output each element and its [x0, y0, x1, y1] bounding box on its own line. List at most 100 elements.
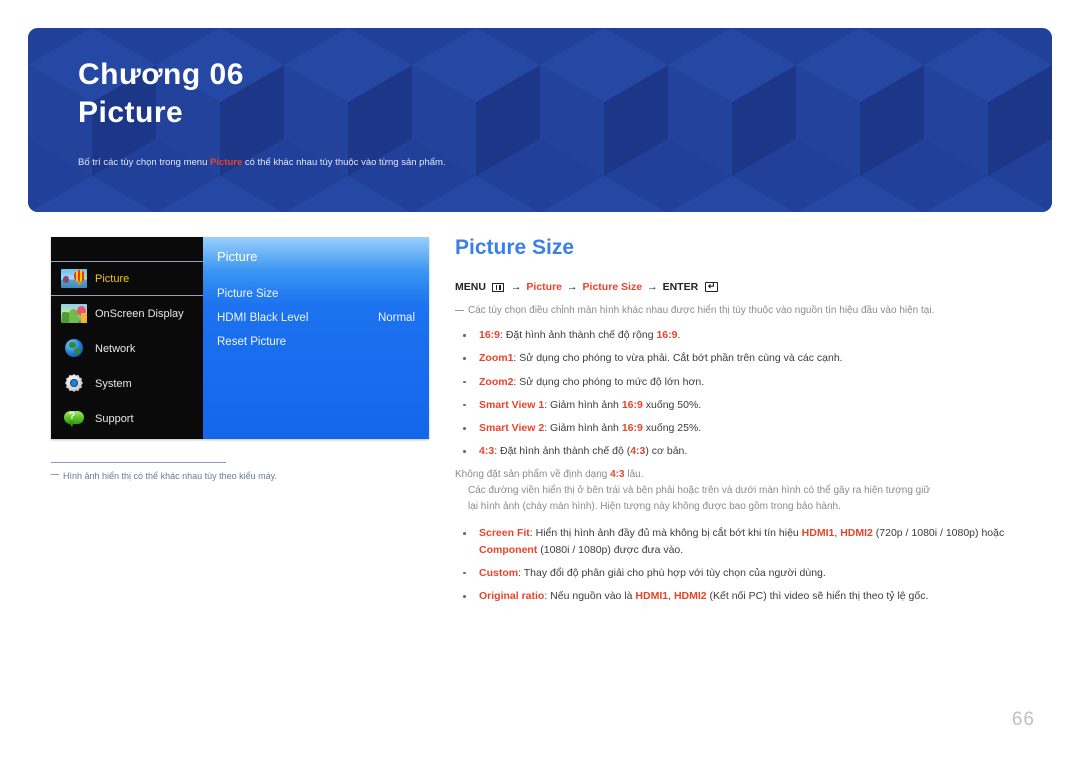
option-term: Smart View 1 — [479, 398, 545, 411]
option-desc-text: (Kết nối PC) thì video sẽ hiển thị theo … — [706, 590, 929, 603]
picture-size-option-list-2: Screen Fit: Hiển thị hình ảnh đầy đủ mà … — [455, 525, 1035, 604]
osd-item-label: Support — [95, 412, 134, 425]
option-term: Original ratio — [479, 590, 545, 603]
menu-path-arrow: → — [510, 281, 522, 294]
option-desc-accent: 16:9 — [621, 398, 643, 411]
menu-path-enter-label: ENTER — [662, 281, 699, 294]
option-desc-accent: 4:3 — [630, 445, 646, 458]
osd-sidebar: Picture OnScreen Display Network System … — [51, 237, 203, 439]
osd-row-reset-picture[interactable]: Reset Picture — [217, 330, 415, 354]
osd-item-picture[interactable]: Picture — [51, 261, 203, 296]
osd-row-label: Reset Picture — [217, 336, 287, 348]
list-item: Zoom2: Sử dụng cho phóng to mức độ lớn h… — [455, 374, 1035, 390]
osd-footnote: Hình ảnh hiển thị có thể khác nhau tùy t… — [51, 462, 391, 484]
list-item: Screen Fit: Hiển thị hình ảnh đầy đủ mà … — [455, 525, 1035, 558]
option-desc-text: : Sử dụng cho phóng to vừa phải. Cắt bớt… — [513, 352, 843, 365]
intro-note: Các tùy chọn điều chỉnh màn hình khác nh… — [455, 303, 1035, 319]
warning-text-accent: 4:3 — [610, 468, 625, 480]
landscape-photo-icon — [61, 304, 87, 323]
osd-item-label: Picture — [95, 272, 130, 285]
picture-size-option-list: 16:9: Đặt hình ảnh thành chế độ rộng 16:… — [455, 327, 1035, 460]
menu-path-step-picture: Picture — [526, 281, 563, 294]
option-desc: : Sử dụng cho phóng to mức độ lớn hơn. — [513, 376, 704, 388]
option-desc: : Giảm hình ảnh 16:9 xuống 50%. — [544, 399, 701, 411]
osd-item-support[interactable]: ? Support — [51, 401, 203, 436]
dash-marker-icon — [455, 310, 464, 312]
globe-icon — [61, 339, 87, 358]
banner-subnote-after: có thể khác nhau tùy thuộc vào từng sản … — [242, 157, 446, 168]
warning-line-3: lại hình ảnh (cháy màn hình). Hiện tượng… — [468, 501, 841, 513]
banner-text-block: Chương 06 Picture — [28, 28, 1052, 212]
option-desc-text: xuống 25%. — [642, 422, 702, 435]
osd-row-hdmi-black-level[interactable]: HDMI Black Level Normal — [217, 306, 415, 330]
list-item: 16:9: Đặt hình ảnh thành chế độ rộng 16:… — [455, 327, 1035, 343]
warning-text-before: Không đặt sản phẩm về định dạng — [455, 468, 611, 480]
osd-row-label: Picture Size — [217, 288, 279, 300]
option-desc: : Giảm hình ảnh 16:9 xuống 25%. — [544, 422, 701, 434]
menu-path-arrow: → — [647, 281, 658, 294]
option-desc-text: : Giảm hình ảnh — [544, 422, 622, 435]
osd-row-label: HDMI Black Level — [217, 312, 309, 324]
option-desc: : Hiển thị hình ảnh đầy đủ mà không bị c… — [479, 527, 1004, 555]
banner-subnote-before: Bố trí các tùy chọn trong menu — [78, 157, 211, 168]
menu-path-step-picture-size: Picture Size — [582, 281, 643, 294]
option-desc-accent: HDMI1 — [635, 590, 669, 603]
option-desc-text: : Hiển thị hình ảnh đầy đủ mà không bị c… — [529, 527, 802, 540]
option-desc-text: : Nếu nguồn vào là — [544, 590, 636, 603]
list-item: Smart View 2: Giảm hình ảnh 16:9 xuống 2… — [455, 420, 1035, 436]
warning-text-after: lâu. — [624, 468, 644, 480]
page-title: Picture Size — [455, 236, 575, 259]
option-term: Screen Fit — [479, 527, 530, 540]
menu-bars-icon — [491, 282, 504, 292]
osd-item-label: Network — [95, 342, 136, 355]
osd-item-label: System — [95, 377, 132, 390]
option-term: 4:3 — [479, 445, 495, 458]
question-bubble-icon: ? — [61, 409, 87, 428]
option-desc: : Đặt hình ảnh thành chế độ (4:3) cơ bản… — [494, 445, 687, 457]
option-desc: : Sử dụng cho phóng to vừa phải. Cắt bớt… — [513, 352, 842, 364]
option-desc: : Thay đổi độ phân giải cho phù hợp với … — [518, 567, 826, 579]
list-item: 4:3: Đặt hình ảnh thành chế độ (4:3) cơ … — [455, 443, 1035, 459]
chapter-banner: Chương 06 Picture Bố trí các tùy chọn tr… — [28, 28, 1052, 212]
footnote-divider — [51, 462, 226, 463]
warning-line-1-text: Không đặt sản phẩm về định dạng 4:3 lâu. — [455, 467, 643, 483]
option-desc-text: xuống 50%. — [642, 398, 702, 411]
menu-path-arrow: → — [567, 281, 578, 294]
banner-subnote: Bố trí các tùy chọn trong menu Picture c… — [78, 156, 446, 169]
option-desc-text: : Giảm hình ảnh — [544, 398, 622, 411]
osd-detail-panel: Picture Picture Size HDMI Black Level No… — [203, 237, 429, 439]
warning-line-2: Các đường viền hiển thị ở bên trái và bê… — [468, 484, 931, 496]
option-desc-text: : Đặt hình ảnh thành chế độ rộng — [500, 329, 657, 342]
list-item: Zoom1: Sử dụng cho phóng to vừa phải. Cắ… — [455, 350, 1035, 366]
osd-item-label: OnScreen Display — [95, 307, 184, 320]
list-item: Smart View 1: Giảm hình ảnh 16:9 xuống 5… — [455, 397, 1035, 413]
osd-item-onscreen-display[interactable]: OnScreen Display — [51, 296, 203, 331]
section-content: Picture Size MENU → Picture → Picture Si… — [455, 236, 1035, 611]
warning-line-1: Không đặt sản phẩm về định dạng 4:3 lâu. — [455, 467, 1035, 483]
option-desc-text: : Sử dụng cho phóng to mức độ lớn hơn. — [513, 375, 705, 388]
list-item: Original ratio: Nếu nguồn vào là HDMI1, … — [455, 588, 1035, 604]
banner-subnote-accent: Picture — [210, 157, 243, 168]
footnote-text-row: Hình ảnh hiển thị có thể khác nhau tùy t… — [51, 470, 391, 484]
option-desc-accent: Component — [479, 543, 538, 556]
footnote-text: Hình ảnh hiển thị có thể khác nhau tùy t… — [63, 471, 277, 481]
osd-row-picture-size[interactable]: Picture Size — [217, 282, 415, 306]
chapter-title: Picture — [78, 96, 184, 130]
option-term: Smart View 2 — [479, 422, 545, 435]
option-term: 16:9 — [479, 329, 501, 342]
option-desc-text: ) cơ bản. — [645, 445, 688, 458]
option-desc-text: . — [677, 329, 681, 342]
balloon-photo-icon — [61, 269, 87, 288]
list-item: Custom: Thay đổi độ phân giải cho phù hợ… — [455, 565, 1035, 581]
option-desc-accent: HDMI1 — [801, 527, 835, 540]
osd-item-system[interactable]: System — [51, 366, 203, 401]
osd-panel-title: Picture — [217, 249, 258, 264]
option-desc-text: (720p / 1080i / 1080p) hoặc — [872, 527, 1005, 540]
osd-item-network[interactable]: Network — [51, 331, 203, 366]
option-desc-accent: 16:9 — [621, 422, 643, 435]
menu-path-menu-label: MENU — [455, 281, 486, 294]
chapter-number: Chương 06 — [78, 58, 244, 91]
gear-icon — [61, 374, 87, 393]
option-term: Zoom2 — [479, 375, 514, 388]
option-desc: : Đặt hình ảnh thành chế độ rộng 16:9. — [500, 329, 680, 341]
